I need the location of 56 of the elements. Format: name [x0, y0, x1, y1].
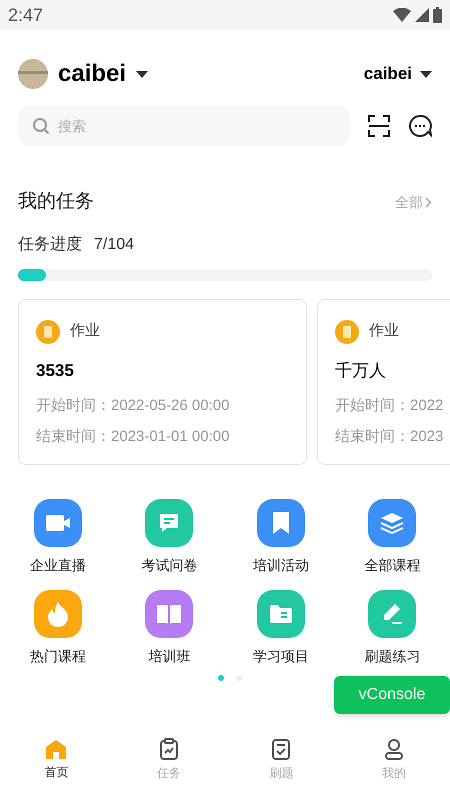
shortcut-tile[interactable] [145, 498, 194, 546]
battery-icon [433, 7, 442, 23]
wifi-icon [393, 8, 411, 22]
message-icon[interactable] [408, 114, 432, 138]
start-time: 开始时间：2022-05-26 00:00 [36, 396, 230, 416]
book-icon [156, 602, 182, 624]
camera-icon [44, 512, 71, 532]
user-name[interactable]: caibei [58, 56, 126, 92]
shortcut-label[interactable]: 学习项目 [252, 646, 309, 666]
avatar[interactable] [18, 59, 48, 89]
shortcut-label[interactable]: 培训班 [148, 646, 190, 666]
flame-icon [46, 600, 69, 626]
folder-icon [268, 604, 293, 624]
caret-icon[interactable] [136, 70, 148, 78]
task-name: 千万人 [335, 360, 387, 382]
task-card[interactable]: 作业 3535 开始时间：2022-05-26 00:00 结束时间：2023-01-01 00:00 [18, 298, 307, 464]
shortcut-tile[interactable] [34, 590, 82, 638]
shortcut-tile[interactable] [145, 590, 194, 638]
bookmark-icon [270, 510, 291, 534]
chevron-icon [425, 196, 432, 208]
assignment-icon [36, 320, 60, 344]
layers-icon [380, 512, 404, 534]
shortcut-tile[interactable] [368, 590, 416, 638]
shortcut-label[interactable]: 刷题练习 [364, 646, 420, 666]
clipboard-icon [158, 738, 179, 760]
person-icon [384, 738, 404, 760]
end-time: 结束时间：2023 [335, 426, 444, 446]
search-field[interactable]: 搜索 [18, 106, 350, 146]
task-card[interactable]: 作业 千万人 开始时间：2022 结束时间：2023 [317, 298, 450, 464]
section-title: 我的任务 [18, 190, 94, 214]
home-icon [45, 739, 68, 759]
task-type: 作业 [70, 321, 100, 342]
search-icon [32, 117, 50, 135]
shortcut-tile[interactable] [368, 498, 416, 546]
shortcut-label[interactable]: 企业直播 [30, 554, 86, 576]
scan-icon[interactable] [368, 115, 390, 137]
task-type: 作业 [369, 321, 399, 342]
org-name[interactable]: caibei [364, 61, 412, 87]
nav-tab[interactable]: 首页 [0, 728, 112, 792]
start-time: 开始时间：2022 [335, 396, 444, 416]
status-time: 2:47 [8, 4, 44, 26]
shortcut-label[interactable]: 全部课程 [364, 554, 420, 576]
progress-value: 7/104 [94, 234, 134, 254]
shortcut-label[interactable]: 热门课程 [30, 646, 86, 666]
task-name: 3535 [36, 360, 75, 382]
shortcut-tile[interactable] [256, 590, 305, 638]
shortcut-tile[interactable] [256, 498, 305, 546]
shortcut-label[interactable]: 考试问卷 [141, 554, 198, 576]
checklist-icon [271, 738, 292, 760]
end-time: 结束时间：2023-01-01 00:00 [36, 426, 230, 446]
progress-label: 任务进度 [18, 234, 82, 254]
signal-icon [415, 8, 429, 22]
shortcut-tile[interactable] [34, 498, 82, 546]
caret-icon[interactable] [420, 70, 432, 78]
shortcut-label[interactable]: 培训活动 [252, 554, 309, 576]
assignment-icon [335, 320, 359, 344]
